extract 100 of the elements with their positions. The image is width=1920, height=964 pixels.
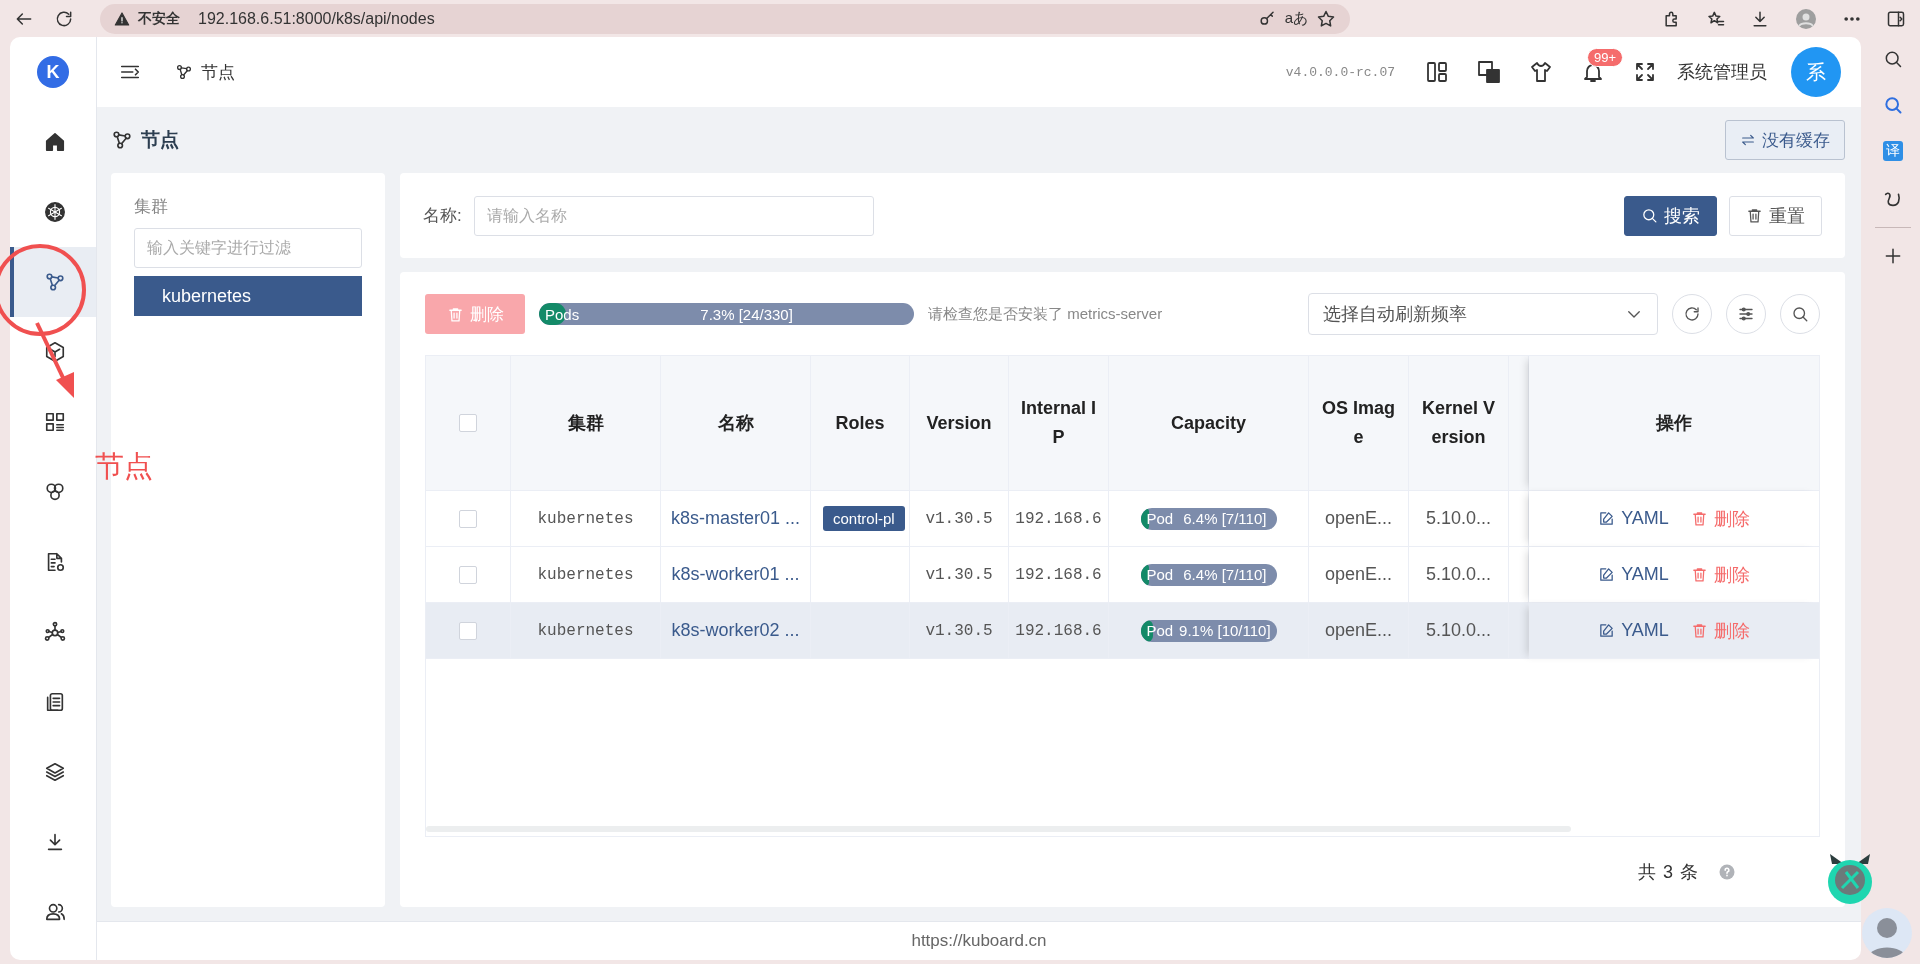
refresh-button[interactable] [1672, 294, 1712, 334]
node-link[interactable]: k8s-worker01 ... [671, 564, 800, 585]
search-button[interactable] [1780, 294, 1820, 334]
column-header: Kernel Version [1409, 356, 1509, 491]
table-cell: v1.30.5 [925, 509, 993, 528]
cube-icon [44, 341, 66, 363]
wheel-icon [44, 201, 66, 223]
edit-icon [1598, 566, 1616, 583]
bar-reading: 6.4% [7/110] [1182, 566, 1268, 583]
search-icon [1791, 305, 1809, 323]
trash-icon [1690, 566, 1708, 583]
checkbox[interactable] [459, 565, 477, 584]
home-icon [44, 131, 66, 153]
security-label: 不安全 [138, 9, 180, 28]
filter-field[interactable]: 输入关键字进行过滤 [134, 228, 362, 268]
column-header: Version [910, 356, 1009, 491]
annotation-label: 节点 [95, 449, 153, 484]
node-link[interactable]: k8s-master01 ... [670, 508, 800, 529]
table-cell: openE... [1324, 508, 1393, 529]
search-icon [1641, 207, 1658, 224]
table-cell: v1.30.5 [925, 621, 993, 640]
checkbox[interactable] [459, 621, 477, 640]
squares-icon[interactable] [1477, 60, 1501, 84]
reset-button[interactable]: 重置 [1729, 195, 1822, 236]
yaml-button[interactable]: YAML [1598, 620, 1669, 641]
trash-icon [1690, 622, 1708, 639]
table-cell: openE... [1324, 564, 1393, 585]
column-header: 集群 [511, 356, 661, 491]
edit-icon [1598, 510, 1616, 527]
user-name[interactable]: 系统管理员 [1677, 60, 1767, 84]
table-cell: 5.10.0... [1425, 508, 1492, 529]
trash-icon [1690, 510, 1708, 527]
total-count: 共 3 条 [1638, 861, 1698, 884]
column-header: Capacity [1109, 356, 1309, 491]
cache-button[interactable]: 没有缓存 [1725, 120, 1845, 160]
table-cell: v1.30.5 [925, 565, 993, 584]
bar-label: Pods [544, 305, 580, 323]
nav-button[interactable] [10, 247, 96, 317]
table-cell: 5.10.0... [1425, 620, 1492, 641]
tree-item[interactable]: kubernetes [134, 276, 362, 316]
table-cell: openE... [1324, 620, 1393, 641]
trash-icon [1746, 207, 1763, 224]
role-tag: control-pl [823, 506, 905, 531]
table-cell: 5.10.0... [1425, 564, 1492, 585]
bar-reading: 6.4% [7/110] [1182, 510, 1268, 527]
sliders-icon [1737, 305, 1755, 323]
logo[interactable]: K [37, 56, 69, 88]
yaml-button[interactable]: YAML [1598, 508, 1669, 529]
column-header: OS Image [1309, 356, 1409, 491]
table-cell: kubernetes [537, 509, 634, 528]
read-aloud-button[interactable]: aあ [1284, 9, 1308, 28]
avatar [1862, 908, 1912, 958]
hint-text: 请检查您是否安装了 metrics-server [928, 304, 1163, 324]
fullscreen-icon[interactable] [1633, 60, 1657, 84]
layout-icon[interactable] [1425, 60, 1449, 84]
field-label: 名称: [423, 205, 462, 227]
document-icon [44, 691, 66, 713]
panel-label: 集群 [134, 196, 169, 218]
url-text: 192.168.6.51:8000/k8s/api/nodes [198, 9, 436, 28]
footer-link[interactable]: https://kuboard.cn [911, 931, 1047, 951]
table-cell: kubernetes [537, 565, 634, 584]
nodes-icon [111, 129, 133, 151]
table-cell: 192.168.6 [1015, 565, 1102, 584]
star-icon[interactable] [1316, 8, 1336, 29]
node-link[interactable]: k8s-worker02 ... [671, 620, 800, 641]
column-header: 操作 [1529, 356, 1819, 491]
yaml-button[interactable]: YAML [1598, 564, 1669, 585]
checkbox[interactable] [459, 509, 477, 528]
refresh-select[interactable]: 选择自动刷新频率 [1308, 293, 1658, 335]
search-button[interactable]: 搜索 [1624, 195, 1717, 236]
select-placeholder: 选择自动刷新频率 [1323, 303, 1467, 326]
nodes-icon [44, 271, 66, 293]
rings-icon [44, 481, 66, 503]
table-cell: 192.168.6 [1015, 621, 1102, 640]
column-header: 名称 [661, 356, 811, 491]
breadcrumb[interactable]: 节点 [201, 60, 235, 84]
checkbox[interactable] [459, 414, 477, 432]
version-label: v4.0.0.0-rc.07 [1285, 64, 1395, 80]
trash-icon [446, 305, 464, 323]
users-icon [44, 901, 66, 923]
swap-icon [1740, 132, 1756, 148]
address-bar[interactable]: 不安全 192.168.6.51:8000/k8s/api/nodes aあ [100, 3, 1350, 34]
table-cell: 192.168.6 [1015, 509, 1102, 528]
warning-icon [114, 10, 130, 27]
network-icon [44, 621, 66, 643]
shirt-icon[interactable] [1529, 60, 1553, 84]
column-header: Roles [811, 356, 910, 491]
bar-reading: 9.1% [10/110] [1178, 622, 1272, 639]
page-title: 节点 [141, 128, 179, 152]
notification-badge: 99+ [1587, 48, 1624, 67]
table-cell: kubernetes [537, 621, 634, 640]
refresh-icon [1683, 305, 1701, 323]
columns-button[interactable] [1726, 294, 1766, 334]
edit-icon [1598, 622, 1616, 639]
nodes-icon [175, 63, 193, 81]
column-header: Internal IP [1009, 356, 1109, 491]
layers-icon [44, 761, 66, 783]
grid-icon [44, 411, 66, 433]
bar-reading: 7.3% [24/330] [699, 305, 794, 323]
name-field[interactable]: 请输入名称 [473, 195, 874, 236]
